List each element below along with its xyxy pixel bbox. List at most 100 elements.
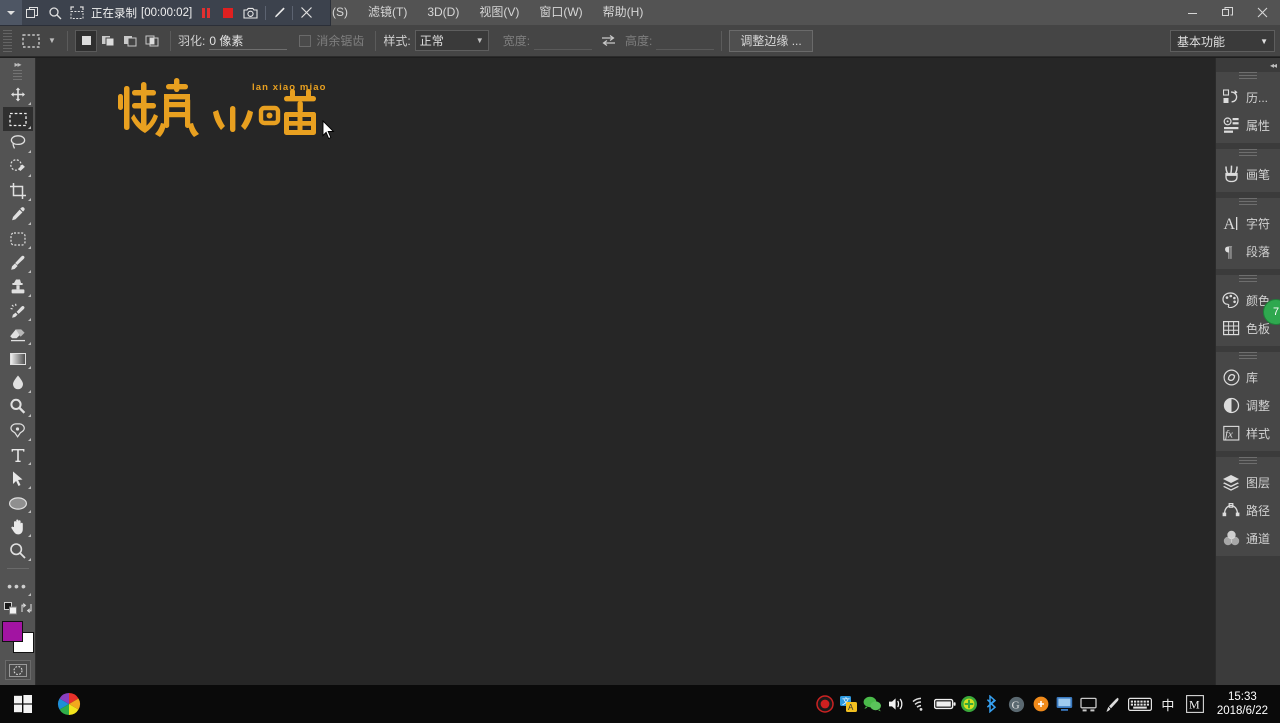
search-icon[interactable] — [44, 0, 66, 25]
dock-group-grip[interactable] — [1239, 457, 1257, 466]
toolbar-grip[interactable] — [13, 70, 22, 80]
restore-button[interactable] — [1210, 0, 1245, 25]
clone-stamp-tool[interactable] — [3, 275, 33, 299]
history-brush-tool[interactable] — [3, 299, 33, 323]
screenshot-camera-icon[interactable] — [239, 0, 263, 25]
panel-tab-character[interactable]: A 字符 — [1216, 209, 1280, 237]
pen-tool[interactable] — [3, 419, 33, 443]
display-tray-icon[interactable] — [1077, 685, 1101, 723]
swap-colors-icon[interactable] — [20, 602, 33, 617]
ime-badge-indicator[interactable]: M — [1181, 685, 1209, 723]
eyedropper-tool[interactable] — [3, 203, 33, 227]
windows-start-button[interactable] — [0, 685, 46, 723]
brush-tool[interactable] — [3, 251, 33, 275]
ime-pen-tray-icon[interactable] — [1101, 685, 1125, 723]
lasso-tool[interactable] — [3, 131, 33, 155]
type-tool[interactable] — [3, 443, 33, 467]
dock-group-grip[interactable] — [1239, 149, 1257, 158]
workspace-selector[interactable]: 基本功能 ▼ — [1170, 30, 1275, 52]
add-to-selection-button[interactable] — [97, 30, 119, 52]
wechat-tray-icon[interactable] — [861, 685, 885, 723]
dock-group-grip[interactable] — [1239, 275, 1257, 284]
ime-mode-indicator[interactable]: 中 — [1155, 685, 1181, 723]
battery-tray-icon[interactable] — [933, 685, 957, 723]
rectangular-marquee-tool[interactable] — [2, 107, 33, 131]
panel-tab-layers[interactable]: 图层 — [1216, 468, 1280, 496]
eraser-tool[interactable] — [3, 323, 33, 347]
tool-preset-chevron-down-icon[interactable]: ▼ — [44, 29, 60, 53]
default-colors-icon[interactable] — [3, 602, 18, 618]
panel-tab-styles[interactable]: fx 样式 — [1216, 419, 1280, 447]
monitor-tray-icon[interactable] — [1053, 685, 1077, 723]
panel-tab-paragraph[interactable]: ¶ 段落 — [1216, 237, 1280, 265]
dock-group-grip[interactable] — [1239, 352, 1257, 361]
refine-edge-button[interactable]: 调整边缘 ... — [729, 29, 813, 52]
ime-keyboard-tray-icon[interactable] — [1125, 685, 1155, 723]
menu-item-help[interactable]: 帮助(H) — [593, 0, 654, 25]
move-tool[interactable] — [3, 83, 33, 107]
window-capture-icon[interactable] — [22, 0, 44, 25]
zoom-tool[interactable] — [3, 539, 33, 563]
hand-tool[interactable] — [3, 515, 33, 539]
bluetooth-tray-icon[interactable] — [981, 685, 1005, 723]
width-input[interactable] — [534, 31, 593, 50]
style-select[interactable]: 正常 ▼ — [414, 30, 489, 51]
dock-group-grip[interactable] — [1239, 198, 1257, 207]
swatches-grid-icon — [1221, 320, 1241, 337]
panel-tab-properties[interactable]: 属性 — [1216, 111, 1280, 139]
panel-tab-paths[interactable]: 路径 — [1216, 496, 1280, 524]
panel-tab-libraries[interactable]: 库 — [1216, 363, 1280, 391]
toolbar-expand-button[interactable]: ▸▸ — [0, 58, 36, 70]
feather-input[interactable] — [209, 31, 288, 50]
panel-tab-history[interactable]: 历... — [1216, 83, 1280, 111]
dock-group-grip[interactable] — [1239, 72, 1257, 81]
taskbar-clock[interactable]: 15:33 2018/6/22 — [1209, 690, 1280, 718]
menu-item-window[interactable]: 窗口(W) — [529, 0, 592, 25]
stop-recording-icon[interactable] — [217, 0, 239, 25]
dock-expand-button[interactable]: ◂◂ — [1216, 58, 1280, 72]
security-tray-icon[interactable] — [957, 685, 981, 723]
new-selection-button[interactable] — [75, 29, 97, 52]
antialias-checkbox[interactable] — [299, 34, 312, 47]
foreground-color-swatch[interactable] — [1, 621, 23, 642]
crop-tool[interactable] — [3, 179, 33, 203]
quick-selection-tool[interactable] — [3, 155, 33, 179]
menu-item-filter[interactable]: 滤镜(T) — [358, 0, 417, 25]
path-selection-tool[interactable] — [3, 467, 33, 491]
intersect-selection-button[interactable] — [141, 30, 163, 52]
translate-tray-icon[interactable]: 文 A — [837, 685, 861, 723]
close-button[interactable] — [1245, 0, 1280, 25]
region-select-icon[interactable] — [66, 0, 88, 25]
panel-tab-channels[interactable]: 通道 — [1216, 524, 1280, 552]
g-app-tray-icon[interactable]: G — [1005, 685, 1029, 723]
subtract-from-selection-button[interactable] — [119, 30, 141, 52]
wifi-tray-icon[interactable] — [909, 685, 933, 723]
properties-icon — [1221, 116, 1241, 134]
swap-dimensions-icon[interactable] — [601, 34, 616, 47]
rectangular-marquee-icon[interactable] — [18, 29, 44, 53]
dodge-tool[interactable] — [3, 395, 33, 419]
ellipse-shape-tool[interactable] — [3, 491, 33, 515]
taskbar-app-pinwheel[interactable] — [46, 685, 92, 723]
menu-item-view[interactable]: 视图(V) — [469, 0, 529, 25]
patch-tool[interactable] — [3, 227, 33, 251]
antialias-control[interactable]: 消余锯齿 — [299, 32, 368, 49]
close-recorder-icon[interactable] — [295, 0, 317, 25]
pause-recording-icon[interactable] — [195, 0, 217, 25]
menu-item-3d[interactable]: 3D(D) — [417, 0, 469, 25]
annotate-pencil-icon[interactable] — [268, 0, 290, 25]
panel-tab-adjustments[interactable]: 调整 — [1216, 391, 1280, 419]
orange-tray-icon[interactable] — [1029, 685, 1053, 723]
options-bar-grip[interactable] — [3, 29, 12, 52]
more-tools-button[interactable]: ••• — [3, 574, 33, 598]
recorder-tray-icon[interactable] — [813, 685, 837, 723]
minimize-button[interactable] — [1175, 0, 1210, 25]
height-input[interactable] — [656, 31, 715, 50]
document-canvas[interactable]: lan xiao miao — [36, 58, 1215, 685]
panel-tab-brush[interactable]: 画笔 — [1216, 160, 1280, 188]
blur-tool[interactable] — [3, 371, 33, 395]
gradient-tool[interactable] — [3, 347, 33, 371]
dropdown-arrow-icon[interactable] — [0, 0, 22, 25]
volume-tray-icon[interactable] — [885, 685, 909, 723]
quick-mask-toggle[interactable] — [4, 660, 31, 680]
